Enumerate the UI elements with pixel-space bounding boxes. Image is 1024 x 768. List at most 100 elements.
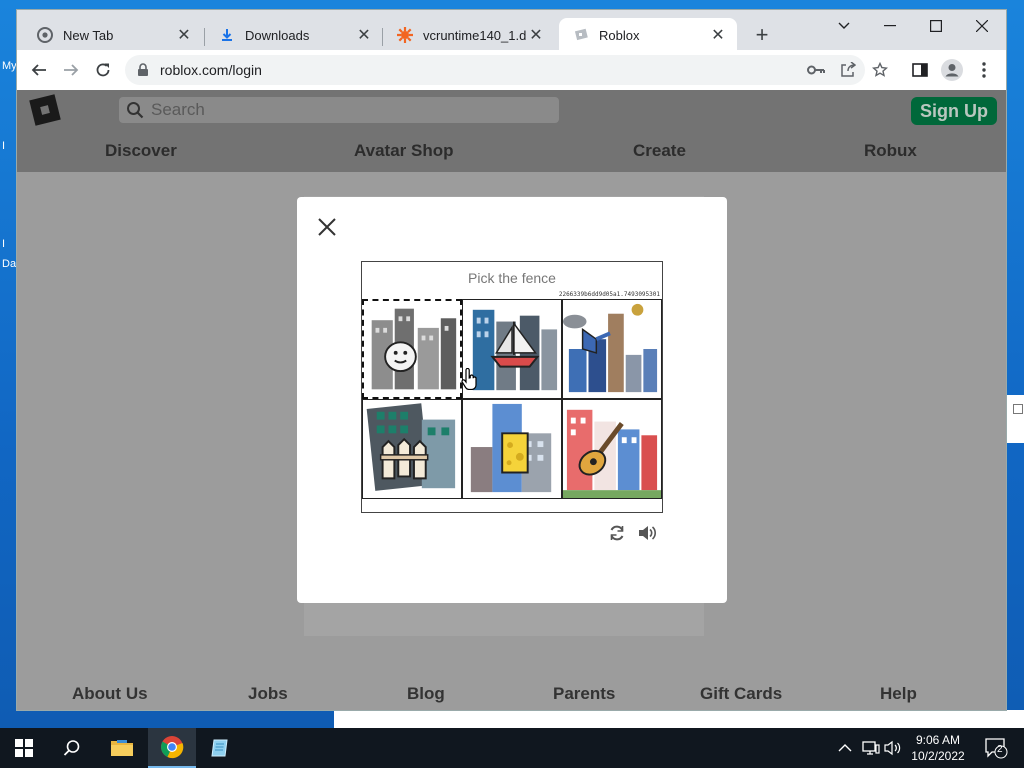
profile-button[interactable] (940, 58, 964, 82)
audio-challenge-button[interactable] (637, 524, 657, 544)
desktop-icon-label[interactable]: I (2, 140, 5, 152)
guitar-city-image[interactable] (562, 399, 662, 499)
download-icon (219, 27, 235, 43)
menu-button[interactable] (972, 58, 996, 82)
tab-label: Roblox (599, 27, 640, 43)
search-icon (63, 740, 80, 756)
minimize-icon (884, 25, 896, 27)
fence-city-image[interactable] (362, 399, 462, 499)
checkbox-fragment (1013, 404, 1023, 414)
network-icon (862, 741, 880, 755)
nav-discover[interactable]: Discover (105, 141, 177, 161)
footer-about-us[interactable]: About Us (72, 684, 148, 704)
desktop-icon-label[interactable]: My (2, 60, 17, 72)
modal-close-button[interactable] (317, 217, 341, 241)
file-explorer-button[interactable] (98, 728, 146, 768)
reload-button[interactable] (91, 58, 115, 82)
tab-label: Downloads (245, 27, 310, 43)
maximize-icon (930, 20, 942, 32)
watering-can-city-image[interactable] (562, 299, 662, 399)
search-button[interactable] (48, 728, 96, 768)
tab-label: vcruntime140_1.dll fr (423, 27, 527, 43)
bookmark-button[interactable] (868, 58, 892, 82)
search-icon (127, 102, 144, 119)
background-window-strip (334, 710, 1024, 728)
forward-button[interactable] (59, 58, 83, 82)
tab-strip: New Tab ✕ Downloads ✕ vcruntime140_1.dll… (17, 10, 1006, 52)
address-bar[interactable]: roblox.com/login (125, 55, 865, 85)
footer-blog[interactable]: Blog (407, 684, 445, 704)
speaker-icon (639, 526, 657, 540)
search-placeholder: Search (151, 100, 205, 119)
nav-robux[interactable]: Robux (864, 141, 917, 161)
hand-cursor-icon (461, 368, 477, 390)
close-icon[interactable]: ✕ (355, 26, 373, 44)
reload-icon (96, 63, 110, 77)
star-icon (872, 62, 888, 77)
browser-toolbar: roblox.com/login (17, 50, 1006, 90)
password-key-button[interactable] (804, 58, 828, 82)
avatar-icon (941, 59, 963, 81)
roblox-logo-icon[interactable] (29, 94, 61, 126)
tab-new-tab[interactable]: New Tab ✕ (23, 18, 203, 52)
folder-icon (111, 740, 133, 756)
taskbar-clock[interactable]: 9:06 AM 10/2/2022 (896, 732, 980, 764)
dll-site-icon (397, 27, 413, 43)
share-icon (841, 62, 856, 77)
notifications-button[interactable]: 2 (984, 728, 1008, 768)
app-taskbar-button[interactable] (197, 728, 245, 768)
maximize-button[interactable] (913, 12, 959, 40)
lock-icon[interactable] (137, 63, 149, 77)
windows-logo-icon (15, 739, 33, 757)
arrow-right-icon (64, 64, 79, 76)
refresh-challenge-button[interactable] (608, 524, 628, 544)
share-button[interactable] (836, 58, 860, 82)
captcha-challenge: Pick the fence 2266339b6dd9d05a1.7493095… (361, 261, 663, 513)
url-text[interactable]: roblox.com/login (160, 62, 262, 78)
footer-jobs[interactable]: Jobs (248, 684, 288, 704)
windows-taskbar: 9:06 AM 10/2/2022 2 (0, 728, 1024, 768)
search-input[interactable]: Search (119, 97, 559, 123)
network-button[interactable] (862, 728, 880, 768)
roblox-header: Search Sign Up Discover Avatar Shop Crea… (17, 90, 1006, 172)
chrome-taskbar-button[interactable] (148, 728, 196, 768)
footer-gift-cards[interactable]: Gift Cards (700, 684, 782, 704)
notepad-app-icon (211, 739, 228, 757)
tab-search-button[interactable] (821, 12, 867, 40)
close-icon[interactable]: ✕ (709, 26, 727, 44)
cheese-city-image[interactable] (462, 399, 562, 499)
side-panel-button[interactable] (908, 58, 932, 82)
desktop-icon-label[interactable]: Da (2, 258, 16, 270)
close-icon (318, 218, 336, 236)
chrome-window: New Tab ✕ Downloads ✕ vcruntime140_1.dll… (17, 10, 1006, 710)
close-icon (976, 20, 988, 32)
desktop-icon-label[interactable]: I (2, 238, 5, 250)
tab-label: New Tab (63, 27, 114, 43)
footer-help[interactable]: Help (880, 684, 917, 704)
signup-button[interactable]: Sign Up (911, 97, 997, 125)
side-panel-icon (912, 63, 928, 77)
clock-time: 9:06 AM (915, 733, 961, 747)
nav-create[interactable]: Create (633, 141, 686, 161)
minimize-button[interactable] (867, 12, 913, 40)
start-button[interactable] (0, 728, 48, 768)
captcha-challenge-id: 2266339b6dd9d05a1.7493095301 (558, 291, 660, 298)
nav-avatar-shop[interactable]: Avatar Shop (354, 141, 454, 161)
back-button[interactable] (27, 58, 51, 82)
captcha-modal: Pick the fence 2266339b6dd9d05a1.7493095… (297, 197, 727, 603)
more-vertical-icon (982, 62, 986, 78)
tab-roblox[interactable]: Roblox ✕ (559, 18, 737, 52)
tab-vcruntime[interactable]: vcruntime140_1.dll fr ✕ (383, 18, 555, 52)
close-icon[interactable]: ✕ (527, 26, 545, 44)
notification-icon (985, 738, 1008, 759)
tab-downloads[interactable]: Downloads ✕ (205, 18, 383, 52)
close-window-button[interactable] (959, 12, 1005, 40)
new-tab-button[interactable]: + (750, 24, 774, 48)
refresh-icon (610, 525, 624, 541)
cartoon-yeti-city-image[interactable] (362, 299, 462, 399)
close-icon[interactable]: ✕ (175, 26, 193, 44)
background-window-fragment (1007, 395, 1024, 443)
captcha-grid (362, 299, 662, 499)
show-hidden-icons-button[interactable] (838, 728, 852, 768)
footer-parents[interactable]: Parents (553, 684, 615, 704)
